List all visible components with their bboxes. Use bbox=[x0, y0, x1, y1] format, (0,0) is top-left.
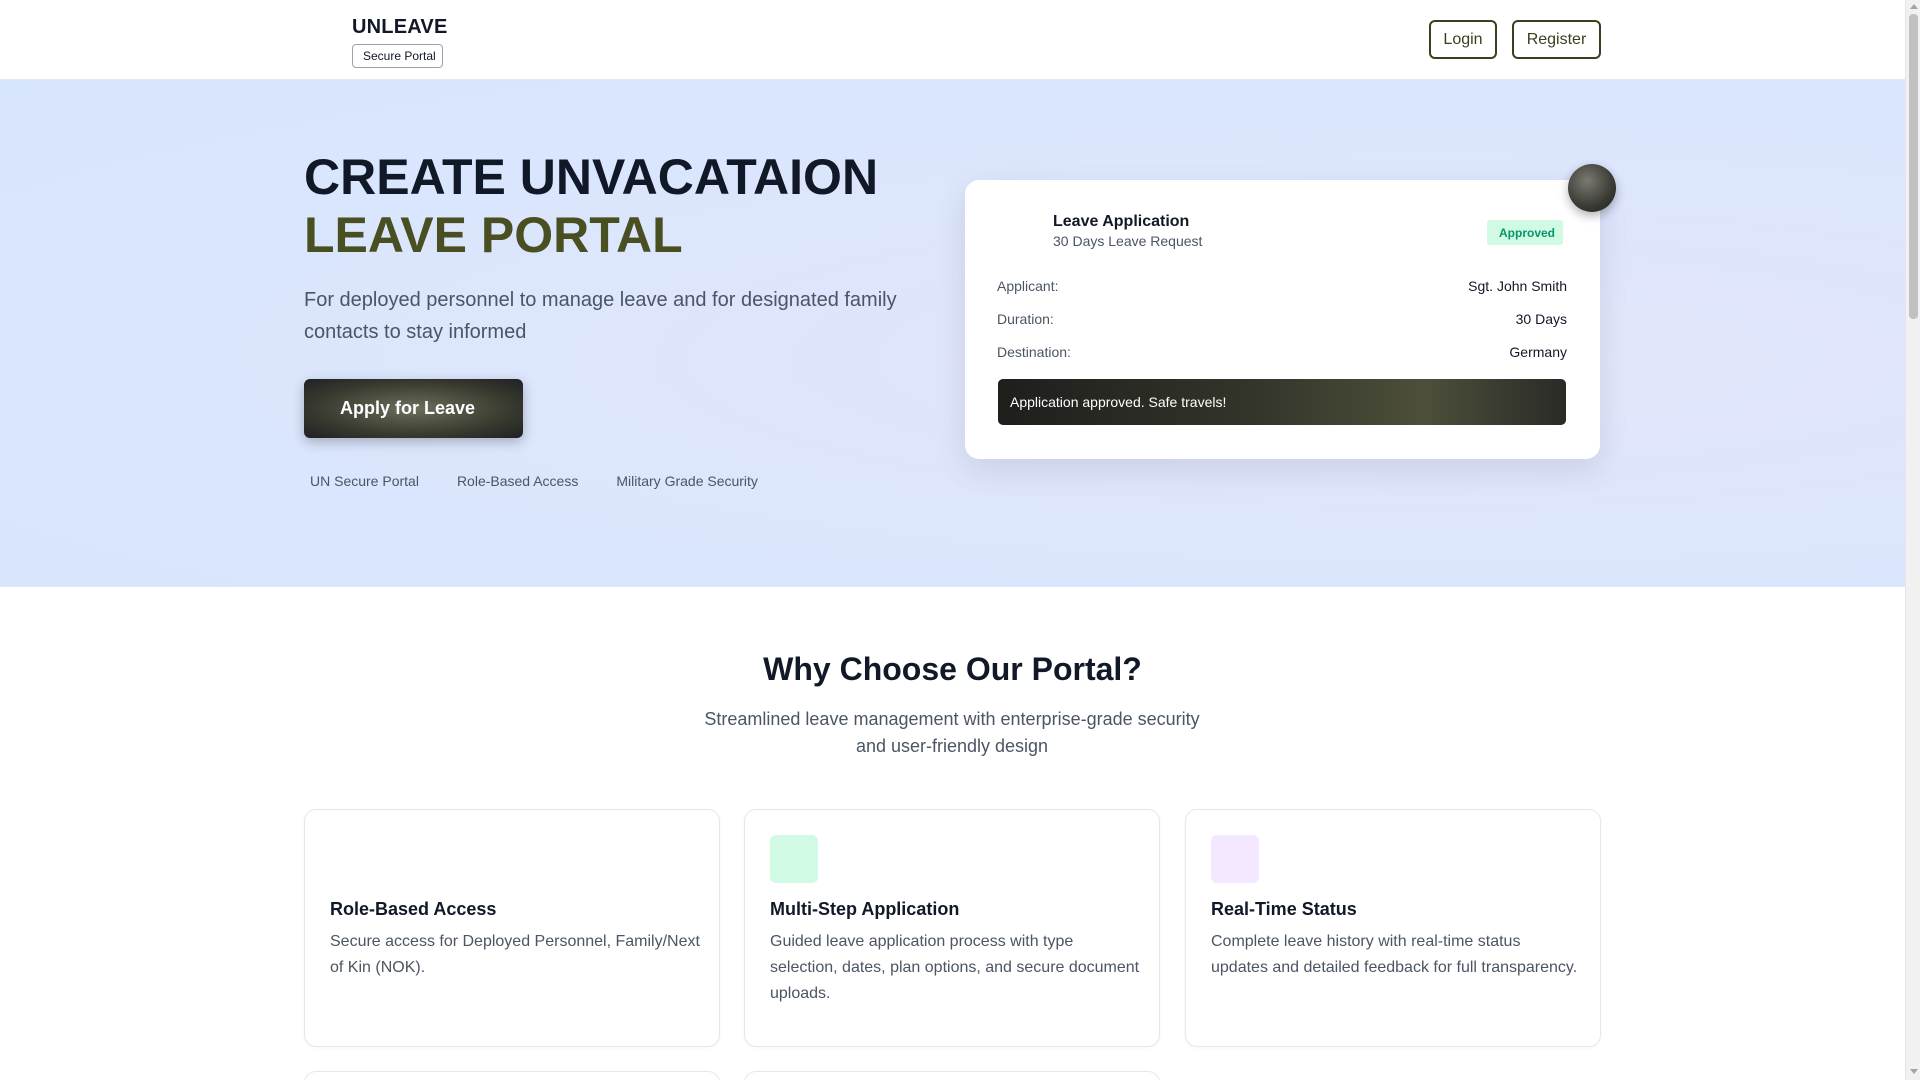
detail-row-applicant: Applicant: Sgt. John Smith bbox=[997, 278, 1567, 294]
feature-card-description: Complete leave history with real-time st… bbox=[1211, 933, 1578, 976]
hero-title-line2: LEAVE PORTAL bbox=[304, 207, 683, 263]
document-icon bbox=[997, 216, 1037, 256]
feature-card-title: Multi-Step Application bbox=[770, 899, 960, 919]
detail-label: Duration: bbox=[997, 311, 1054, 327]
secure-portal-badge: Secure Portal bbox=[352, 44, 443, 68]
detail-row-duration: Duration: 30 Days bbox=[997, 311, 1567, 327]
secure-portal-badge-label: Secure Portal bbox=[363, 49, 436, 63]
feature-card-description: Guided leave application process with ty… bbox=[770, 933, 1140, 1002]
feature-card-partial bbox=[304, 1071, 720, 1080]
hero-feature-label: UN Secure Portal bbox=[310, 473, 419, 489]
hero-feature-item: UN Secure Portal bbox=[304, 473, 419, 489]
hero-title-line1: CREATE UNVACATAION bbox=[304, 149, 879, 205]
hero-feature-label: Military Grade Security bbox=[616, 473, 758, 489]
feature-card-role-based-access: Role-Based Access Secure access for Depl… bbox=[304, 809, 720, 1047]
users-icon bbox=[330, 835, 378, 883]
hero-title: CREATE UNVACATAION LEAVE PORTAL bbox=[304, 148, 878, 264]
hero-feature-list: UN Secure Portal Role-Based Access Milit… bbox=[304, 473, 758, 489]
card-subtitle: 30 Days Leave Request bbox=[1053, 233, 1203, 249]
clock-icon bbox=[1211, 835, 1259, 883]
clipboard-icon bbox=[770, 835, 818, 883]
site-header: UNLEAVE Secure Portal Login Register bbox=[0, 0, 1905, 80]
menu-icon[interactable] bbox=[303, 24, 313, 38]
detail-value: 30 Days bbox=[1515, 311, 1567, 327]
scroll-down-arrow-icon[interactable] bbox=[1910, 1069, 1918, 1074]
detail-row-destination: Destination: Germany bbox=[997, 344, 1567, 360]
apply-for-leave-label: Apply for Leave bbox=[339, 398, 476, 418]
hero-feature-label: Role-Based Access bbox=[456, 473, 579, 489]
feature-card-title: Role-Based Access bbox=[330, 899, 497, 919]
apply-for-leave-button[interactable]: Apply for Leave bbox=[304, 379, 523, 438]
login-button[interactable]: Login bbox=[1429, 20, 1497, 59]
register-button[interactable]: Register bbox=[1512, 20, 1601, 59]
detail-label: Applicant: bbox=[997, 278, 1059, 294]
detail-value: Sgt. John Smith bbox=[1468, 278, 1567, 294]
card-title: Leave Application bbox=[1053, 213, 1190, 230]
approval-notice: Application approved. Safe travels! bbox=[998, 379, 1566, 425]
status-badge: Approved bbox=[1487, 220, 1564, 245]
why-section-subtitle: Streamlined leave management with enterp… bbox=[704, 709, 1200, 756]
feature-card-multi-step-application: Multi-Step Application Guided leave appl… bbox=[744, 809, 1160, 1047]
scrollbar-thumb[interactable] bbox=[1909, 14, 1918, 319]
page-scrollbar[interactable] bbox=[1905, 0, 1920, 1080]
brand-name: UNLEAVE bbox=[352, 16, 448, 38]
leave-application-card: Leave Application 30 Days Leave Request … bbox=[965, 180, 1600, 459]
hero-subtitle: For deployed personnel to manage leave a… bbox=[304, 289, 897, 343]
hero-feature-item: Military Grade Security bbox=[610, 473, 758, 489]
brand[interactable]: UNLEAVE Secure Portal bbox=[352, 16, 447, 68]
scroll-up-arrow-icon[interactable] bbox=[1910, 4, 1918, 9]
status-badge-label: Approved bbox=[1499, 225, 1556, 240]
detail-value: Germany bbox=[1509, 344, 1567, 360]
why-section-title: Why Choose Our Portal? bbox=[763, 651, 1142, 687]
hero-feature-item: Role-Based Access bbox=[451, 473, 578, 489]
feature-card-description: Secure access for Deployed Personnel, Fa… bbox=[330, 933, 700, 976]
feature-card-partial bbox=[744, 1071, 1160, 1080]
plane-icon bbox=[1568, 164, 1616, 212]
detail-label: Destination: bbox=[997, 344, 1071, 360]
feature-card-title: Real-Time Status bbox=[1211, 899, 1357, 919]
hero-section bbox=[0, 80, 1905, 587]
feature-card-real-time-status: Real-Time Status Complete leave history … bbox=[1185, 809, 1601, 1047]
